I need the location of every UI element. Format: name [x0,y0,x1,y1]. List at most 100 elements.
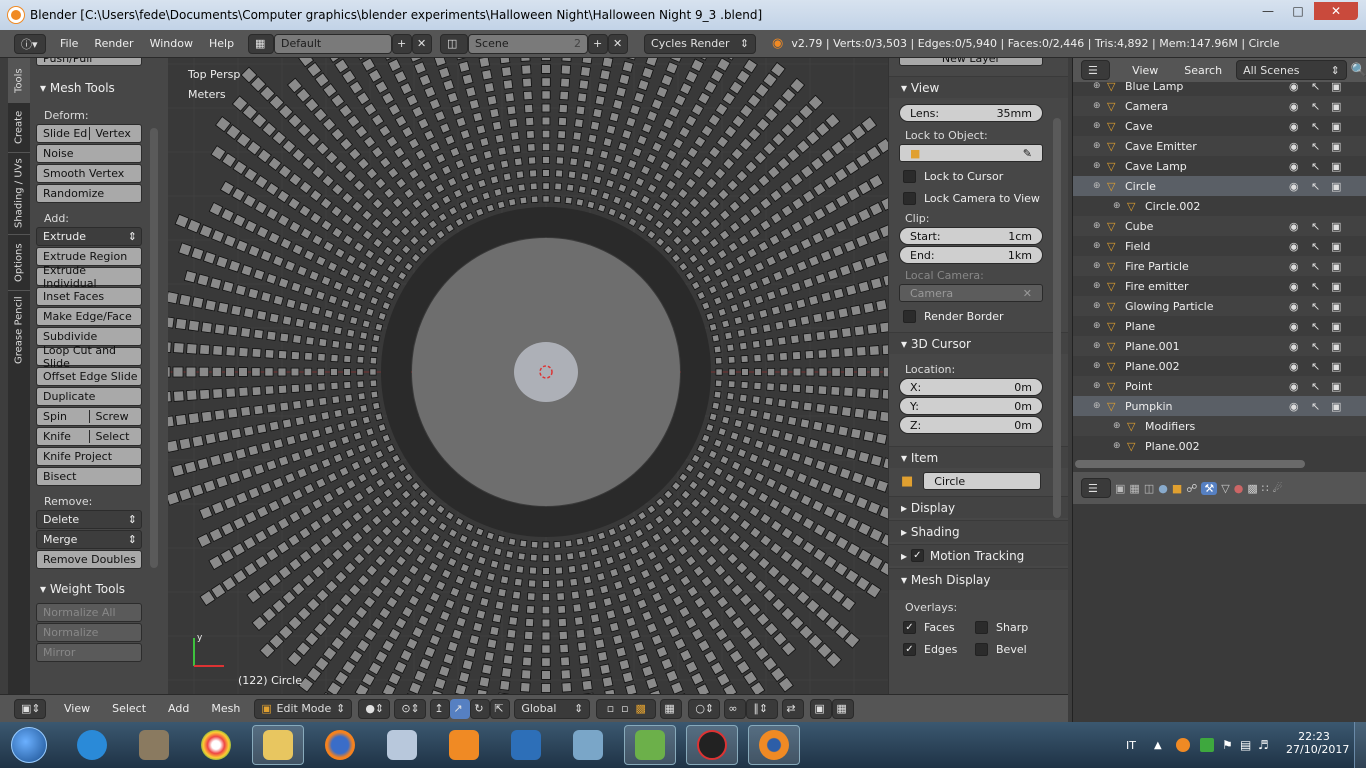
limit-selection-icon[interactable]: ▦ [660,698,683,719]
outliner-item-name[interactable]: Cube [1125,220,1153,233]
world-tab-icon[interactable]: ● [1158,482,1168,495]
selectable-icon[interactable]: ↖ [1311,120,1320,133]
sharp-checkbox[interactable]: Sharp [973,616,1028,638]
visibility-icon[interactable]: ◉ [1289,180,1299,193]
viewport-shading-icon[interactable]: ●⇕ [358,698,391,719]
outliner-row[interactable]: ⊕ ▽ Circle ◉ ↖ ▣ [1073,176,1366,196]
transform-orientation-select[interactable]: Global ⇕ [514,698,591,719]
show-desktop-button[interactable] [1354,722,1366,768]
outliner-row[interactable]: ⊕ ▽ Blue Lamp ◉ ↖ ▣ [1073,76,1366,96]
screw-button[interactable]: Screw [90,410,142,423]
visibility-icon[interactable]: ◉ [1289,140,1299,153]
mesh-tools-header[interactable]: ▾ Mesh Tools [30,78,168,98]
weight-tools-header[interactable]: ▾ Weight Tools [30,579,168,599]
visibility-icon[interactable]: ◉ [1289,340,1299,353]
renderable-icon[interactable]: ▣ [1331,180,1341,193]
selectable-icon[interactable]: ↖ [1311,80,1320,93]
shading-panel-header[interactable]: ▸ Shading [889,520,1068,542]
viewport-menu-mesh[interactable]: Mesh [203,702,248,715]
selectable-icon[interactable]: ↖ [1311,160,1320,173]
render-animation-icon[interactable]: ▦ [832,698,855,719]
render-tab-icon[interactable]: ▣ [1115,482,1125,495]
extrude-dropdown[interactable]: Extrude ⇕ [36,227,142,246]
outliner-item-name[interactable]: Camera [1125,100,1168,113]
delete-dropdown[interactable]: Delete ⇕ [36,510,142,529]
slide-edge-button[interactable]: Slide Ed [37,127,90,140]
tray-arrow-icon[interactable]: ▲ [1154,740,1162,751]
offset-edge-slide-button[interactable]: Offset Edge Slide [36,367,142,386]
outliner-item-name[interactable]: Circle [1125,180,1156,193]
item-panel-header[interactable]: ▾ Item [889,446,1068,468]
selectable-icon[interactable]: ↖ [1311,300,1320,313]
outliner-row[interactable]: ⊕ ▽ Cave ◉ ↖ ▣ [1073,116,1366,136]
visibility-icon[interactable]: ◉ [1289,100,1299,113]
expand-icon[interactable]: ⊕ [1093,81,1107,91]
tray-app-icon[interactable] [1176,738,1190,752]
selectable-icon[interactable]: ↖ [1311,380,1320,393]
firefox-taskbar-icon[interactable] [314,725,366,765]
eyedropper-icon[interactable]: ✎ [1023,147,1032,160]
outliner-item-name[interactable]: Cave [1125,120,1153,133]
outliner-item-name[interactable]: Cave Lamp [1125,160,1187,173]
face-select-icon[interactable]: ▩ [635,702,645,715]
outliner-menu-search[interactable]: Search [1176,64,1230,77]
npanel-scrollbar[interactable] [1053,118,1061,518]
snap-element-icon[interactable]: ∥⇕ [746,698,779,719]
mode-select[interactable]: ▣ Edit Mode ⇕ [254,698,353,719]
clip-start-field[interactable]: Start: 1cm [899,227,1043,245]
tray-flag-icon[interactable]: ⚑ [1222,738,1233,752]
renderable-icon[interactable]: ▣ [1331,340,1341,353]
mesh-circle[interactable] [168,58,888,694]
cursor-y-field[interactable]: Y: 0m [899,397,1043,415]
outliner-row[interactable]: ⊕ ▽ Fire Particle ◉ ↖ ▣ [1073,256,1366,276]
vertex-select-icon[interactable]: ▫ [607,702,614,715]
properties-editor-type-icon[interactable]: ☰ [1081,478,1111,498]
tab-grease-pencil[interactable]: Grease Pencil [8,290,30,370]
visibility-icon[interactable]: ◉ [1289,400,1299,413]
outliner-row[interactable]: ⊕ ▽ Cave Emitter ◉ ↖ ▣ [1073,136,1366,156]
renderable-icon[interactable]: ▣ [1331,240,1341,253]
expand-icon[interactable]: ⊕ [1093,161,1107,171]
lock-object-field[interactable]: ■ ✎ [899,144,1043,162]
merge-dropdown[interactable]: Merge ⇕ [36,530,142,549]
scene-picker-icon[interactable]: ◫ [440,33,469,54]
faces-checkbox[interactable]: ✓ Faces [889,616,973,638]
renderable-icon[interactable]: ▣ [1331,140,1341,153]
explorer-taskbar-icon[interactable] [252,725,304,765]
visibility-icon[interactable]: ◉ [1289,240,1299,253]
renderable-icon[interactable]: ▣ [1331,380,1341,393]
visibility-icon[interactable]: ◉ [1289,360,1299,373]
language-indicator[interactable]: IT [1126,739,1136,752]
outliner-item-name[interactable]: Cave Emitter [1125,140,1197,153]
constraints-tab-icon[interactable]: ☍ [1186,482,1197,495]
expand-icon[interactable]: ⊕ [1093,121,1107,131]
material-tab-icon[interactable]: ● [1234,482,1244,495]
pivot-point-icon[interactable]: ⊙⇕ [394,698,427,719]
data-tab-icon[interactable]: ▽ [1221,482,1229,495]
rotate-manipulator-icon[interactable]: ↻ [470,698,491,719]
gimp-taskbar-icon[interactable] [128,725,180,765]
expand-icon[interactable]: ⊕ [1093,341,1107,351]
outliner-item-name[interactable]: Circle.002 [1145,200,1200,213]
outliner-row[interactable]: ⊕ ▽ Plane ◉ ↖ ▣ [1073,316,1366,336]
visibility-icon[interactable]: ◉ [1289,380,1299,393]
spin-button[interactable]: Spin [37,410,90,423]
loop-cut-button[interactable]: Loop Cut and Slide [36,344,142,370]
visibility-icon[interactable]: ◉ [1289,80,1299,93]
make-edge-face-button[interactable]: Make Edge/Face [36,307,142,326]
outliner-row[interactable]: ⊕ ▽ Plane.001 ◉ ↖ ▣ [1073,336,1366,356]
physics-tab-icon[interactable]: ☄ [1273,482,1283,495]
renderable-icon[interactable]: ▣ [1331,280,1341,293]
object-tab-icon[interactable]: ■ [1172,482,1182,495]
selectable-icon[interactable]: ↖ [1311,360,1320,373]
scale-manipulator-icon[interactable]: ⇱ [490,698,511,719]
app-green-taskbar-icon[interactable] [624,725,676,765]
vertex-button[interactable]: Vertex [90,127,142,140]
lock-to-cursor-checkbox[interactable]: Lock to Cursor [889,165,1068,187]
outliner-item-name[interactable]: Plane.002 [1125,360,1180,373]
modifiers-tab-icon[interactable]: ⚒ [1201,481,1218,495]
selectable-icon[interactable]: ↖ [1311,320,1320,333]
tray-green-icon[interactable] [1200,738,1214,752]
expand-icon[interactable]: ⊕ [1093,381,1107,391]
edge-select-icon[interactable]: ▫ [621,702,628,715]
